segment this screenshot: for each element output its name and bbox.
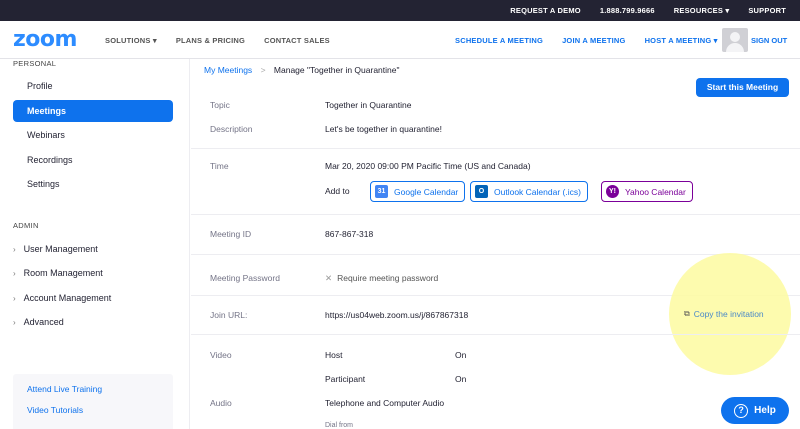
- sidebar-item-account-management[interactable]: › Account Management: [13, 293, 111, 303]
- copy-icon: ⧉: [684, 309, 690, 318]
- topic-label: Topic: [210, 100, 230, 110]
- outlook-calendar-label: Outlook Calendar (.ics): [494, 186, 581, 197]
- meeting-password-value: ✕ Require meeting password: [325, 273, 438, 284]
- breadcrumb-my-meetings-link[interactable]: My Meetings: [204, 65, 252, 75]
- help-button[interactable]: ? Help: [721, 397, 789, 424]
- meeting-id-value: 867-867-318: [325, 229, 374, 239]
- sidebar-item-settings[interactable]: Settings: [13, 173, 173, 195]
- main-nav: zoom SOLUTIONS ▾ PLANS & PRICING CONTACT…: [0, 21, 800, 59]
- plans-pricing-link[interactable]: PLANS & PRICING: [176, 36, 245, 45]
- copy-invitation-link[interactable]: ⧉ Copy the invitation: [684, 309, 764, 319]
- nav-left-group: SOLUTIONS ▾ PLANS & PRICING CONTACT SALE…: [105, 36, 330, 45]
- breadcrumb-separator: >: [260, 65, 266, 75]
- participant-video-value: On: [455, 374, 467, 384]
- divider: [191, 214, 800, 215]
- sidebar-item-meetings[interactable]: Meetings: [13, 100, 173, 122]
- description-value: Let's be together in quarantine!: [325, 124, 442, 134]
- phone-number[interactable]: 1.888.799.9666: [600, 6, 655, 15]
- yahoo-icon: Y!: [606, 185, 619, 198]
- yahoo-calendar-label: Yahoo Calendar: [625, 186, 686, 197]
- sidebar-item-label: Account Management: [23, 293, 112, 303]
- zoom-logo[interactable]: zoom: [13, 27, 77, 52]
- sidebar-item-user-management[interactable]: › User Management: [13, 244, 98, 254]
- breadcrumb-current: Manage "Together in Quarantine": [273, 65, 400, 75]
- sign-out-link[interactable]: SIGN OUT: [751, 36, 787, 45]
- chevron-right-icon: ›: [13, 294, 16, 303]
- help-label: Help: [754, 405, 776, 416]
- contact-sales-link[interactable]: CONTACT SALES: [264, 36, 330, 45]
- sidebar: PERSONAL Profile Meetings Webinars Recor…: [0, 59, 190, 429]
- audio-value: Telephone and Computer Audio: [325, 398, 445, 408]
- dial-from-label: Dial from: [325, 422, 354, 429]
- sidebar-item-webinars[interactable]: Webinars: [13, 124, 173, 146]
- question-icon: ?: [734, 403, 749, 418]
- meeting-password-text: Require meeting password: [337, 273, 439, 283]
- personal-heading: PERSONAL: [13, 59, 57, 68]
- google-calendar-icon: 31: [375, 185, 388, 198]
- chevron-right-icon: ›: [13, 245, 16, 254]
- google-calendar-button[interactable]: 31 Google Calendar: [370, 181, 466, 202]
- google-calendar-label: Google Calendar: [394, 186, 459, 197]
- schedule-meeting-link[interactable]: SCHEDULE A MEETING: [455, 36, 543, 45]
- attend-live-training-link[interactable]: Attend Live Training: [27, 384, 102, 394]
- audio-label: Audio: [210, 398, 232, 408]
- sidebar-item-room-management[interactable]: › Room Management: [13, 268, 103, 278]
- solutions-menu[interactable]: SOLUTIONS ▾: [105, 36, 157, 45]
- host-video-label: Host: [325, 350, 343, 360]
- support-link[interactable]: SUPPORT: [748, 6, 786, 15]
- join-url-label: Join URL:: [210, 310, 248, 320]
- breadcrumb: My Meetings > Manage "Together in Quaran…: [204, 65, 400, 75]
- sidebar-item-profile[interactable]: Profile: [13, 75, 173, 97]
- host-video-value: On: [455, 350, 467, 360]
- nav-right-group: SCHEDULE A MEETING JOIN A MEETING HOST A…: [455, 36, 718, 45]
- outlook-icon: O: [475, 185, 488, 198]
- copy-invitation-label: Copy the invitation: [693, 309, 764, 319]
- chevron-right-icon: ›: [13, 269, 16, 278]
- host-meeting-menu[interactable]: HOST A MEETING ▾: [645, 36, 718, 45]
- avatar-head-shape: [730, 32, 740, 42]
- time-label: Time: [210, 161, 229, 171]
- meeting-id-label: Meeting ID: [210, 229, 252, 239]
- yahoo-calendar-button[interactable]: Y! Yahoo Calendar: [601, 181, 693, 202]
- avatar[interactable]: [722, 28, 748, 52]
- admin-heading: ADMIN: [13, 221, 39, 230]
- video-tutorials-link[interactable]: Video Tutorials: [27, 405, 83, 415]
- meeting-detail-panel: My Meetings > Manage "Together in Quaran…: [191, 59, 800, 429]
- outlook-calendar-button[interactable]: O Outlook Calendar (.ics): [470, 181, 588, 202]
- video-label: Video: [210, 350, 232, 360]
- meeting-password-label: Meeting Password: [210, 273, 280, 283]
- divider: [191, 148, 800, 149]
- close-icon: ✕: [325, 273, 333, 283]
- resources-menu[interactable]: RESOURCES ▾: [674, 6, 730, 15]
- participant-video-label: Participant: [325, 374, 366, 384]
- divider: [191, 334, 800, 335]
- topic-value: Together in Quarantine: [325, 100, 412, 110]
- add-to-label: Add to: [325, 186, 350, 196]
- join-meeting-link[interactable]: JOIN A MEETING: [562, 36, 626, 45]
- help-links-box: [13, 374, 173, 429]
- sidebar-item-label: User Management: [23, 244, 98, 254]
- join-url-value[interactable]: https://us04web.zoom.us/j/867867318: [325, 310, 468, 320]
- description-label: Description: [210, 124, 253, 134]
- request-demo-link[interactable]: REQUEST A DEMO: [510, 6, 581, 15]
- sidebar-item-advanced[interactable]: › Advanced: [13, 317, 64, 327]
- divider: [191, 254, 800, 255]
- top-utility-bar: REQUEST A DEMO 1.888.799.9666 RESOURCES …: [0, 0, 800, 21]
- sidebar-item-label: Advanced: [23, 317, 64, 327]
- start-meeting-button[interactable]: Start this Meeting: [696, 78, 789, 97]
- sidebar-item-recordings[interactable]: Recordings: [13, 149, 173, 171]
- sidebar-item-label: Room Management: [23, 268, 103, 278]
- avatar-body-shape: [726, 43, 744, 52]
- chevron-right-icon: ›: [13, 318, 16, 327]
- time-value: Mar 20, 2020 09:00 PM Pacific Time (US a…: [325, 161, 531, 171]
